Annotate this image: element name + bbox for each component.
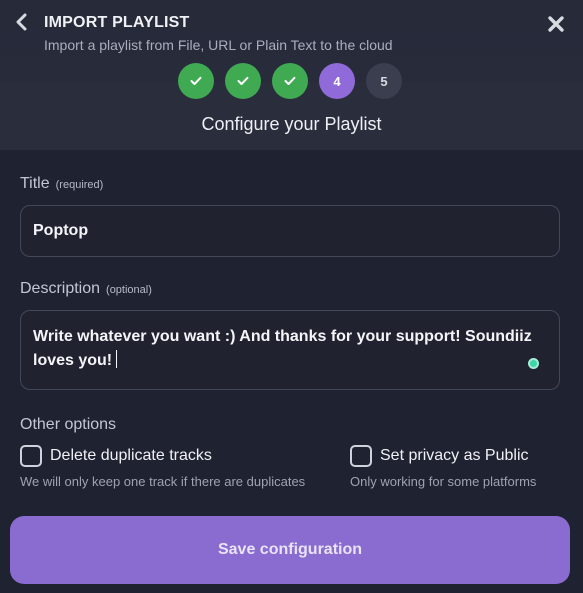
step-heading: Configure your Playlist (201, 114, 382, 134)
check-icon (284, 74, 296, 89)
modal-title: IMPORT PLAYLIST (44, 14, 190, 31)
description-label: Description (optional) (20, 280, 152, 298)
description-textarea-value: Write whatever you want :) And thanks fo… (33, 328, 532, 369)
step-1 (178, 63, 214, 99)
public-privacy-checkbox[interactable] (350, 445, 372, 467)
text-caret (116, 350, 118, 368)
close-icon (547, 15, 565, 38)
title-input-value: Poptop (33, 222, 89, 239)
close-button[interactable] (545, 15, 567, 37)
title-input[interactable]: Poptop (20, 205, 560, 257)
modal-header: IMPORT PLAYLIST Import a playlist from F… (0, 0, 583, 150)
delete-duplicates-label: Delete duplicate tracks (50, 447, 212, 464)
other-options-heading: Other options (20, 416, 117, 433)
public-privacy-option[interactable]: Set privacy as Public Only working for s… (350, 445, 536, 489)
stepper: 4 5 (178, 63, 402, 99)
check-icon (190, 74, 202, 89)
description-optional-hint: (optional) (106, 284, 152, 296)
description-textarea[interactable]: Write whatever you want :) And thanks fo… (20, 310, 560, 390)
title-label: Title (required) (20, 175, 103, 193)
step-4: 4 (319, 63, 355, 99)
delete-duplicates-option[interactable]: Delete duplicate tracks We will only kee… (20, 445, 305, 489)
check-icon (237, 74, 249, 89)
description-label-text: Description (20, 280, 101, 297)
delete-duplicates-description: We will only keep one track if there are… (20, 474, 306, 489)
save-configuration-button[interactable]: Save configuration (10, 516, 570, 584)
step-2 (225, 63, 261, 99)
step-5: 5 (366, 63, 402, 99)
grammar-status-icon[interactable] (528, 358, 539, 369)
chevron-left-icon (15, 13, 29, 36)
back-button[interactable] (12, 13, 32, 35)
public-privacy-label: Set privacy as Public (380, 447, 529, 464)
step-3 (272, 63, 308, 99)
delete-duplicates-checkbox[interactable] (20, 445, 42, 467)
public-privacy-description: Only working for some platforms (350, 474, 537, 489)
title-label-text: Title (20, 175, 50, 192)
title-required-hint: (required) (55, 179, 104, 191)
modal-subtitle: Import a playlist from File, URL or Plai… (44, 37, 393, 53)
